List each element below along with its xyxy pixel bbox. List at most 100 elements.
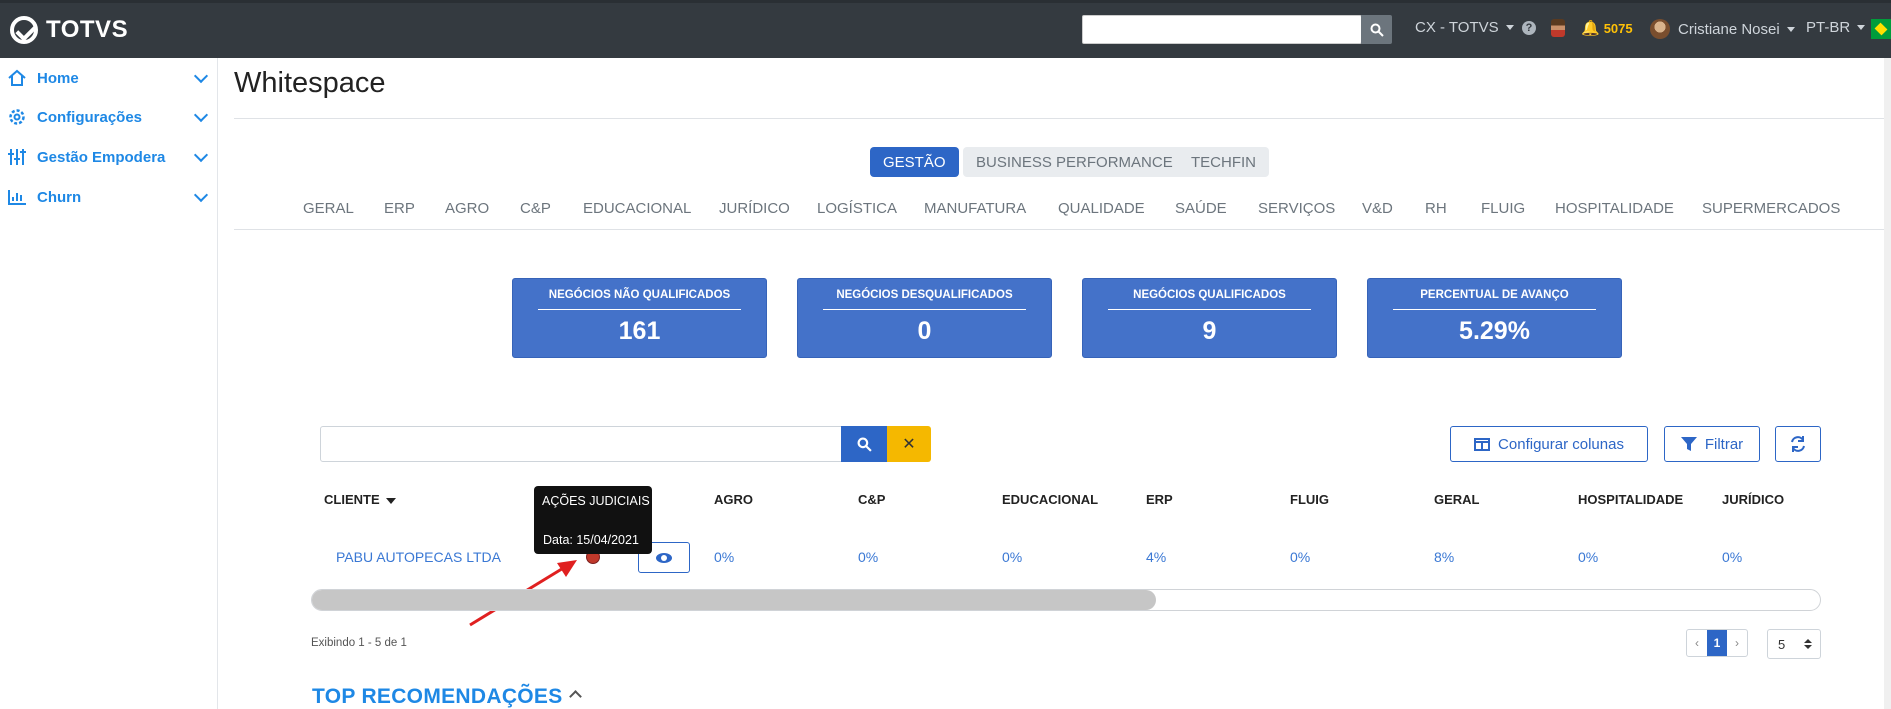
caret-down-icon xyxy=(1505,25,1514,30)
filter-button[interactable]: Filtrar xyxy=(1664,426,1760,462)
cell-educacional[interactable]: 0% xyxy=(1002,549,1022,565)
category-logistica[interactable]: LOGÍSTICA xyxy=(817,200,897,217)
category-servicos[interactable]: SERVIÇOS xyxy=(1258,200,1335,217)
cell-juridico[interactable]: 0% xyxy=(1722,549,1742,565)
category-saude[interactable]: SAÚDE xyxy=(1175,200,1227,217)
category-fluig[interactable]: FLUIG xyxy=(1481,200,1525,217)
column-header-agro[interactable]: AGRO xyxy=(714,492,753,507)
tooltip-date: Data: 15/04/2021 xyxy=(543,533,639,547)
caret-down-icon xyxy=(1857,25,1866,30)
kpi-label: NEGÓCIOS DESQUALIFICADOS xyxy=(836,289,1013,301)
category-cp[interactable]: C&P xyxy=(520,200,551,217)
column-header-cliente[interactable]: CLIENTE xyxy=(324,492,396,507)
global-search-input[interactable] xyxy=(1082,15,1362,44)
category-educacional[interactable]: EDUCACIONAL xyxy=(583,200,691,217)
tooltip-title: AÇÕES JUDICIAIS xyxy=(542,494,650,508)
sidebar-item-label: Home xyxy=(37,69,79,87)
kpi-value: 0 xyxy=(917,317,932,345)
category-geral[interactable]: GERAL xyxy=(303,200,354,217)
cell-erp[interactable]: 4% xyxy=(1146,549,1166,565)
tab-techfin[interactable]: TECHFIN xyxy=(1178,147,1269,177)
category-rh[interactable]: RH xyxy=(1425,200,1447,217)
user-menu[interactable]: Cristiane Nosei xyxy=(1650,19,1795,39)
category-agro[interactable]: AGRO xyxy=(445,200,489,217)
column-header-cp[interactable]: C&P xyxy=(858,492,885,507)
sidebar-item-label: Gestão Empodera xyxy=(37,148,166,166)
column-label: CLIENTE xyxy=(324,492,380,507)
column-header-hospitalidade[interactable]: HOSPITALIDADE xyxy=(1578,492,1683,507)
category-erp[interactable]: ERP xyxy=(384,200,415,217)
scrollbar-thumb[interactable] xyxy=(312,590,1156,610)
cell-hospitalidade[interactable]: 0% xyxy=(1578,549,1598,565)
kpi-card-desqualificados: NEGÓCIOS DESQUALIFICADOS 0 xyxy=(797,278,1052,358)
sort-down-icon[interactable] xyxy=(385,497,396,504)
category-manufatura[interactable]: MANUFATURA xyxy=(924,200,1026,217)
category-hospitalidade[interactable]: HOSPITALIDADE xyxy=(1555,200,1674,217)
clear-search-button[interactable]: ✕ xyxy=(887,426,931,462)
category-vd[interactable]: V&D xyxy=(1362,200,1393,217)
sort-down-icon xyxy=(1804,645,1812,649)
notification-count: 5075 xyxy=(1603,20,1633,36)
tab-gestao[interactable]: GESTÃO xyxy=(870,147,959,177)
configure-columns-button[interactable]: Configurar colunas xyxy=(1450,426,1648,462)
next-page-button[interactable]: › xyxy=(1727,630,1747,656)
table-search-button[interactable] xyxy=(841,426,888,462)
sidebar: Home Configurações Gestão Empodera Churn xyxy=(0,58,218,709)
chevron-down-icon[interactable] xyxy=(193,68,209,84)
user-name: Cristiane Nosei xyxy=(1678,20,1780,38)
category-qualidade[interactable]: QUALIDADE xyxy=(1058,200,1145,217)
column-header-juridico[interactable]: JURÍDICO xyxy=(1722,492,1784,507)
language-flag[interactable] xyxy=(1871,19,1891,39)
brand-logo[interactable]: TOTVS xyxy=(10,16,128,44)
kpi-divider xyxy=(823,309,1026,310)
cell-agro[interactable]: 0% xyxy=(714,549,734,565)
prev-page-button[interactable]: ‹ xyxy=(1687,630,1707,656)
home-icon xyxy=(6,67,28,89)
help-button[interactable]: ? xyxy=(1522,21,1536,35)
sort-up-icon xyxy=(1804,639,1812,643)
filter-label: Filtrar xyxy=(1704,435,1744,453)
sidebar-item-label: Configurações xyxy=(37,108,143,126)
global-search-button[interactable] xyxy=(1361,15,1392,44)
brand-name: TOTVS xyxy=(46,16,129,43)
cell-cp[interactable]: 0% xyxy=(858,549,878,565)
category-juridico[interactable]: JURÍDICO xyxy=(719,200,790,217)
column-header-educacional[interactable]: EDUCACIONAL xyxy=(1002,492,1098,507)
vertical-scrollbar[interactable] xyxy=(1884,58,1891,709)
cell-fluig[interactable]: 0% xyxy=(1290,549,1310,565)
column-header-fluig[interactable]: FLUIG xyxy=(1290,492,1329,507)
refresh-button[interactable] xyxy=(1775,426,1821,462)
sidebar-item-churn[interactable]: Churn xyxy=(0,179,218,215)
sidebar-item-gestao-empodera[interactable]: Gestão Empodera xyxy=(0,139,218,175)
kpi-value: 161 xyxy=(618,317,661,345)
page-size-value: 5 xyxy=(1778,636,1786,652)
pagination: ‹ 1 › xyxy=(1686,629,1748,657)
chevron-down-icon[interactable] xyxy=(193,147,209,163)
category-supermercados[interactable]: SUPERMERCADOS xyxy=(1702,200,1840,217)
caret-down-icon xyxy=(1786,26,1795,32)
lawsuit-tooltip: AÇÕES JUDICIAIS Data: 15/04/2021 xyxy=(534,486,652,554)
sidebar-item-home[interactable]: Home xyxy=(0,60,218,96)
notifications-button[interactable]: 🔔 5075 xyxy=(1581,19,1633,37)
chevron-down-icon[interactable] xyxy=(193,187,209,203)
language-dropdown[interactable]: PT-BR xyxy=(1806,19,1866,36)
category-divider xyxy=(234,229,1884,230)
sidebar-item-label: Churn xyxy=(37,188,82,206)
refresh-icon xyxy=(1791,436,1805,452)
user-avatar-small[interactable] xyxy=(1551,19,1565,37)
org-dropdown[interactable]: CX - TOTVS xyxy=(1415,19,1514,36)
tab-business-performance[interactable]: BUSINESS PERFORMANCE xyxy=(963,147,1186,177)
sidebar-item-configuracoes[interactable]: Configurações xyxy=(0,99,218,135)
section-toggle-top-recomendacoes[interactable]: TOP RECOMENDAÇÕES xyxy=(312,685,582,709)
eye-icon xyxy=(656,552,672,563)
cell-geral[interactable]: 8% xyxy=(1434,549,1454,565)
chevron-down-icon[interactable] xyxy=(193,107,209,123)
chevron-up-icon xyxy=(568,690,582,703)
column-header-geral[interactable]: GERAL xyxy=(1434,492,1480,507)
column-header-erp[interactable]: ERP xyxy=(1146,492,1173,507)
page-button-current[interactable]: 1 xyxy=(1707,630,1727,656)
page-size-select[interactable]: 5 xyxy=(1767,629,1821,659)
title-divider xyxy=(234,118,1884,119)
table-search-input[interactable] xyxy=(320,426,842,462)
gear-icon xyxy=(6,106,28,128)
